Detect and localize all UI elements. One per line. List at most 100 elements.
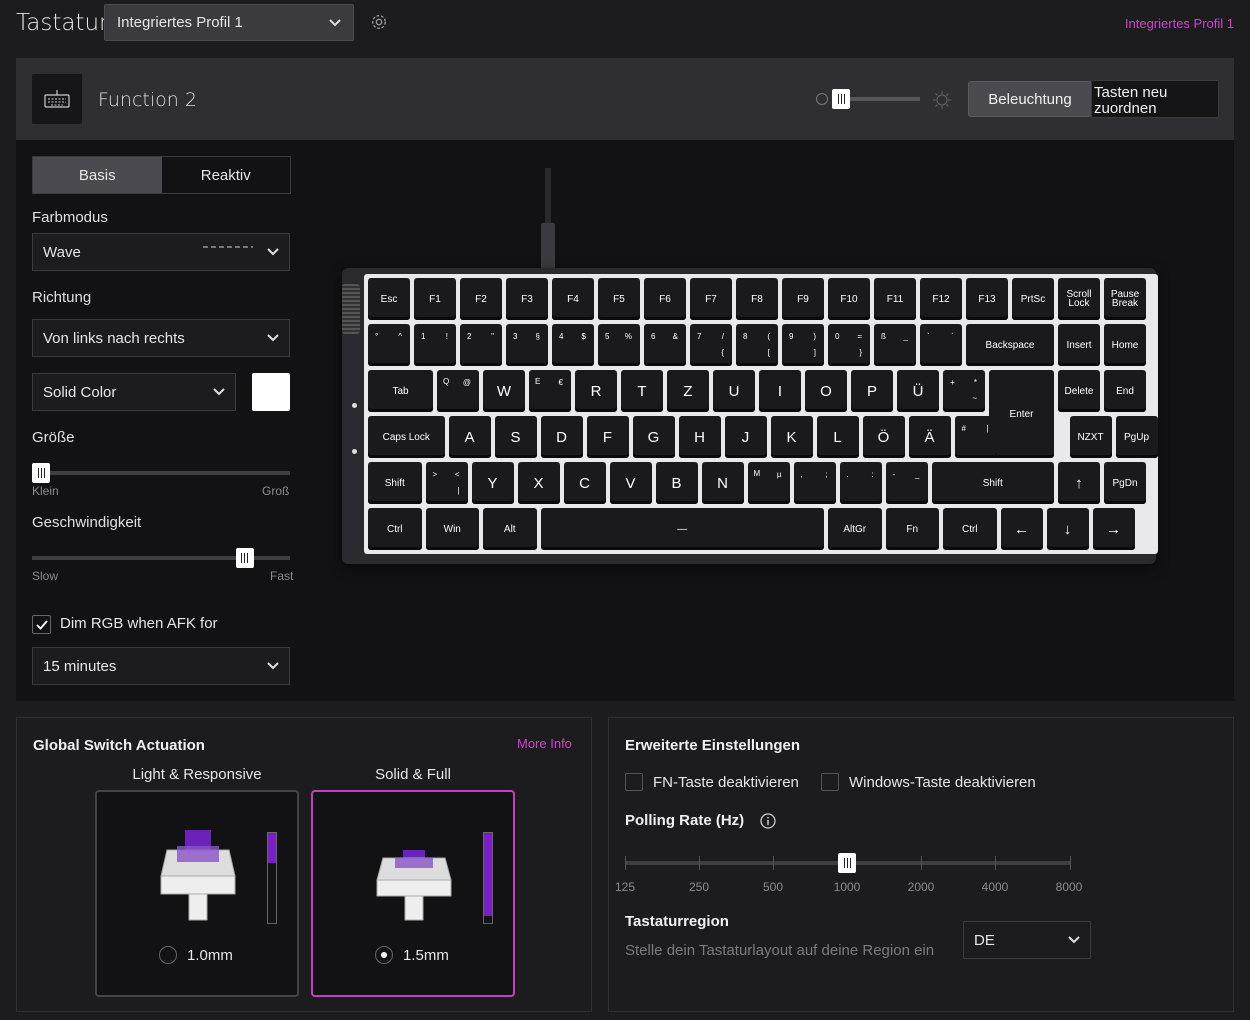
keyboard-key[interactable]: ↑ xyxy=(1058,462,1100,504)
size-slider-handle[interactable] xyxy=(32,463,50,483)
keyboard-key[interactable]: Mµ xyxy=(747,462,790,504)
keyboard-key[interactable]: PgDn xyxy=(1104,462,1146,504)
keyboard-key[interactable]: F4 xyxy=(552,278,594,320)
polling-slider-handle[interactable] xyxy=(838,853,856,873)
direction-select[interactable]: Von links nach rechts xyxy=(32,319,290,357)
keyboard-key[interactable]: 8 ([ xyxy=(736,324,778,366)
keyboard-key[interactable]: Y xyxy=(471,462,514,504)
keyboard-key[interactable]: - _ xyxy=(885,462,928,504)
speed-slider-handle[interactable] xyxy=(235,548,254,568)
keyboard-key[interactable]: F5 xyxy=(598,278,640,320)
keyboard-key[interactable]: P xyxy=(851,370,893,412)
lighting-button[interactable]: Beleuchtung xyxy=(968,81,1092,117)
tab-basis[interactable]: Basis xyxy=(33,157,162,193)
profile-select[interactable]: Integriertes Profil 1 xyxy=(104,4,354,41)
keyboard-key[interactable]: C xyxy=(563,462,606,504)
keyboard-key[interactable]: PrtSc xyxy=(1012,278,1054,320)
keyboard-key[interactable]: Enter xyxy=(989,370,1054,458)
keyboard-key[interactable]: E € xyxy=(529,370,571,412)
switch-option-light[interactable]: 1.0mm xyxy=(95,790,299,997)
keyboard-key[interactable]: I xyxy=(759,370,801,412)
keyboard-key[interactable]: V xyxy=(609,462,652,504)
keyboard-key[interactable]: F6 xyxy=(644,278,686,320)
keyboard-key[interactable]: Backspace xyxy=(966,324,1054,366)
keyboard-key[interactable]: ° ^ xyxy=(368,324,410,366)
keyboard-key[interactable]: S xyxy=(494,416,537,458)
keyboard-key[interactable]: .: xyxy=(839,462,882,504)
afk-checkbox[interactable] xyxy=(32,615,51,634)
keyboard-key[interactable]: Ä xyxy=(908,416,951,458)
afk-duration-select[interactable]: 15 minutes xyxy=(32,647,290,685)
keyboard-key[interactable]: W xyxy=(483,370,525,412)
tab-reaktiv[interactable]: Reaktiv xyxy=(162,157,291,193)
keyboard-key[interactable]: 0 =} xyxy=(828,324,870,366)
keyboard-key[interactable]: # | xyxy=(954,416,997,458)
keyboard-key[interactable]: ← xyxy=(1000,508,1043,550)
keyboard-key[interactable]: ` ´ xyxy=(920,324,962,366)
keyboard-key[interactable]: U xyxy=(713,370,755,412)
keyboard-key[interactable]: 7 / { xyxy=(690,324,732,366)
keyboard-key[interactable]: F10 xyxy=(828,278,870,320)
keyboard-key[interactable]: + * ~ xyxy=(943,370,985,412)
more-info-link[interactable]: More Info xyxy=(517,736,572,751)
keyboard-key[interactable]: Ü xyxy=(897,370,939,412)
keyboard-key[interactable]: Pause Break xyxy=(1104,278,1146,320)
keyboard-key[interactable]: Scroll Lock xyxy=(1058,278,1100,320)
keyboard-key[interactable]: A xyxy=(448,416,491,458)
color-type-select[interactable]: Solid Color xyxy=(32,373,236,411)
keyboard-key[interactable]: F13 xyxy=(966,278,1008,320)
size-slider[interactable] xyxy=(32,462,290,484)
keyboard-key[interactable]: T xyxy=(621,370,663,412)
keyboard-key[interactable]: X xyxy=(517,462,560,504)
keyboard-key[interactable]: ↓ xyxy=(1046,508,1089,550)
keyboard-key[interactable]: G xyxy=(632,416,675,458)
color-mode-select[interactable]: Wave xyxy=(32,233,290,271)
keyboard-key[interactable]: ,; xyxy=(793,462,836,504)
keyboard-key[interactable]: Alt xyxy=(483,508,537,550)
keyboard-key[interactable]: F xyxy=(586,416,629,458)
keyboard-key[interactable]: N xyxy=(701,462,744,504)
keyboard-key[interactable]: Delete xyxy=(1058,370,1100,412)
keyboard-key[interactable]: → xyxy=(1092,508,1135,550)
radio-1mm[interactable] xyxy=(159,946,177,964)
keyboard-key[interactable]: NZXT xyxy=(1069,416,1112,458)
keyboard-key[interactable]: 3 § xyxy=(506,324,548,366)
keyboard-key[interactable]: F3 xyxy=(506,278,548,320)
keyboard-key[interactable]: R xyxy=(575,370,617,412)
keyboard-key[interactable]: Caps Lock xyxy=(368,416,445,458)
keyboard-key[interactable]: F12 xyxy=(920,278,962,320)
fn-disable-checkbox[interactable] xyxy=(625,773,643,791)
keyboard-key[interactable]: B xyxy=(655,462,698,504)
region-select[interactable]: DE xyxy=(963,921,1091,959)
keyboard-key[interactable]: Esc xyxy=(368,278,410,320)
keyboard-key[interactable]: ß _ xyxy=(874,324,916,366)
color-swatch[interactable] xyxy=(252,373,290,411)
keyboard-key[interactable]: F1 xyxy=(414,278,456,320)
keyboard-key[interactable]: 1! xyxy=(414,324,456,366)
keyboard-key[interactable]: Shift xyxy=(368,462,422,504)
keyboard-key[interactable]: 9)] xyxy=(782,324,824,366)
speed-slider[interactable] xyxy=(32,547,290,569)
info-icon[interactable] xyxy=(760,813,776,829)
keyboard-key[interactable]: H xyxy=(678,416,721,458)
keyboard-key[interactable]: Insert xyxy=(1058,324,1100,366)
keyboard-key[interactable]: 5% xyxy=(598,324,640,366)
keyboard-key[interactable]: — xyxy=(540,508,824,550)
keyboard-key[interactable]: J xyxy=(724,416,767,458)
keyboard-key[interactable]: End xyxy=(1104,370,1146,412)
keyboard-key[interactable]: K xyxy=(770,416,813,458)
polling-rate-slider[interactable] xyxy=(625,850,1071,874)
keyboard-key[interactable]: Shift xyxy=(931,462,1054,504)
keyboard-key[interactable]: Q @ xyxy=(437,370,479,412)
keyboard-key[interactable]: Tab xyxy=(368,370,433,412)
keyboard-key[interactable]: Ö xyxy=(862,416,905,458)
keyboard-key[interactable]: Home xyxy=(1104,324,1146,366)
win-disable-checkbox[interactable] xyxy=(821,773,839,791)
keyboard-key[interactable]: Z xyxy=(667,370,709,412)
switch-option-solid[interactable]: 1.5mm xyxy=(311,790,515,997)
keyboard-key[interactable]: > < | xyxy=(425,462,468,504)
keyboard-key[interactable]: F7 xyxy=(690,278,732,320)
keyboard-key[interactable]: F8 xyxy=(736,278,778,320)
keyboard-key[interactable]: 4 $ xyxy=(552,324,594,366)
gear-icon[interactable] xyxy=(370,13,388,31)
